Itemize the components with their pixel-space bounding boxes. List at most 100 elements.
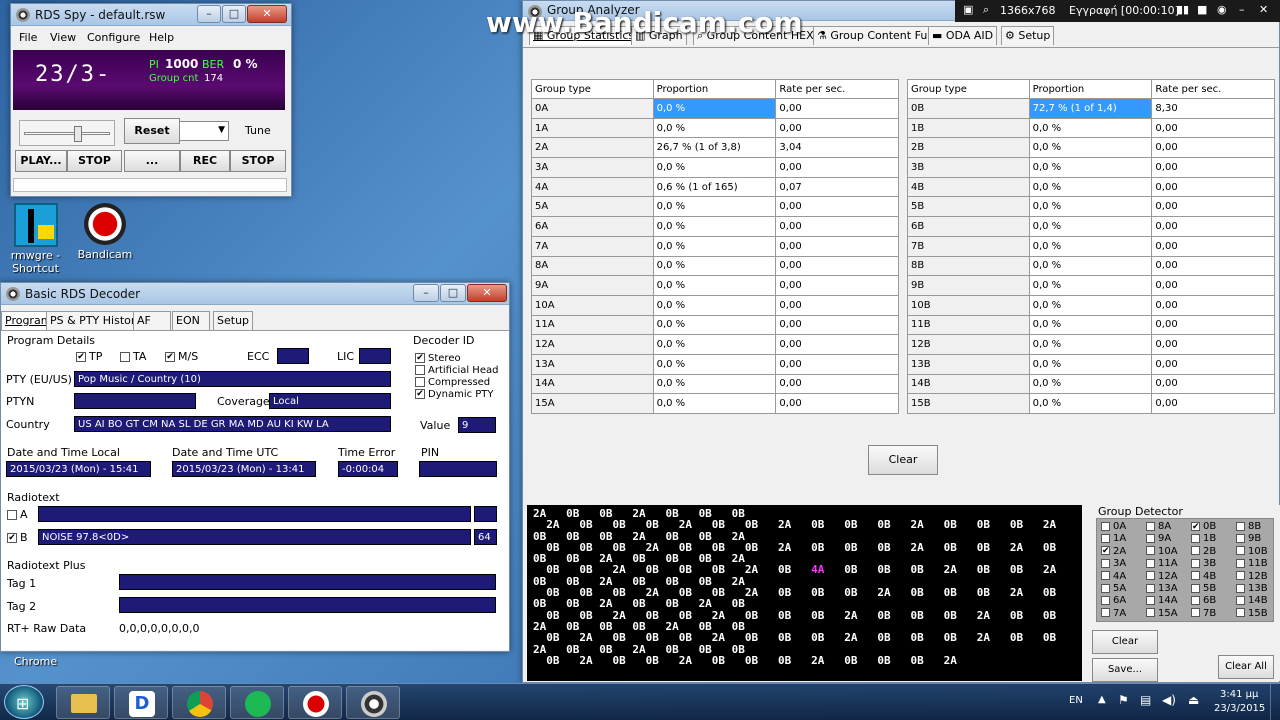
chrome-desktop-label[interactable]: Chrome	[14, 655, 57, 668]
tab-setup[interactable]: ⚙ Setup	[1001, 26, 1055, 45]
slider-thumb[interactable]	[74, 126, 82, 142]
maximize-button[interactable]: □	[440, 284, 466, 302]
browse-button[interactable]: ...	[124, 150, 180, 172]
compressed-checkbox[interactable]: Compressed	[415, 377, 490, 388]
table-row[interactable]: 3A 0,0 % 0,00	[531, 157, 899, 178]
gd-checkbox-8a[interactable]: 8A	[1146, 521, 1171, 532]
clock-date[interactable]: 23/3/2015	[1214, 703, 1265, 714]
menu-configure[interactable]: Configure	[87, 31, 140, 44]
gd-checkbox-4a[interactable]: 4A	[1101, 571, 1126, 582]
table-row[interactable]: 4B 0,0 % 0,00	[907, 176, 1275, 198]
desktop-icon-bandicam[interactable]: Bandicam	[76, 203, 134, 268]
taskbar-chrome[interactable]	[172, 686, 226, 719]
gd-checkbox-6a[interactable]: 6A	[1101, 595, 1126, 606]
gd-checkbox-1b[interactable]: 1B	[1191, 533, 1216, 544]
table-row[interactable]: 2B 0,0 % 0,00	[907, 137, 1275, 159]
table-row[interactable]: 15B 0,0 % 0,00	[907, 393, 1275, 414]
close-button[interactable]: ✕	[467, 284, 507, 302]
gd-checkbox-5a[interactable]: 5A	[1101, 583, 1126, 594]
table-row[interactable]: 3B 0,0 % 0,00	[907, 157, 1275, 178]
gd-checkbox-11b[interactable]: 11B	[1236, 558, 1268, 569]
tp-checkbox[interactable]: ✔ TP	[76, 350, 102, 363]
table-row[interactable]: 10A 0,0 % 0,00	[531, 294, 899, 316]
gd-checkbox-14b[interactable]: 14B	[1236, 595, 1268, 606]
table-row[interactable]: 2A 26,7 % (1 of 3,8) 3,04	[531, 137, 899, 159]
start-button[interactable]: ⊞	[4, 685, 44, 719]
stop-icon[interactable]: ■	[1197, 3, 1207, 16]
table-row[interactable]: 1A 0,0 % 0,00	[531, 117, 899, 139]
reset-button[interactable]: Reset	[124, 118, 180, 144]
gd-checkbox-0a[interactable]: 0A	[1101, 521, 1126, 532]
table-row[interactable]: 5B 0,0 % 0,00	[907, 196, 1275, 218]
tune-dropdown[interactable]: ▼	[179, 121, 229, 141]
table-row[interactable]: 12A 0,0 % 0,00	[531, 334, 899, 355]
save-button[interactable]: Save...	[1092, 658, 1158, 682]
tray-arrow-icon[interactable]: ▲	[1098, 694, 1106, 705]
table-row[interactable]: 7A 0,0 % 0,00	[531, 235, 899, 257]
close-button[interactable]: ✕	[247, 5, 287, 23]
taskbar-app-d[interactable]: D	[114, 686, 168, 719]
close-icon[interactable]: ✕	[1259, 3, 1268, 16]
table-row[interactable]: 9B 0,0 % 0,00	[907, 275, 1275, 296]
taskbar-spotify[interactable]	[230, 686, 284, 719]
table-row[interactable]: 6B 0,0 % 0,00	[907, 216, 1275, 237]
table-row[interactable]: 11A 0,0 % 0,00	[531, 314, 899, 336]
table-row[interactable]: 5A 0,0 % 0,00	[531, 196, 899, 218]
gd-checkbox-15a[interactable]: 15A	[1146, 608, 1178, 619]
table-row[interactable]: 10B 0,0 % 0,00	[907, 294, 1275, 316]
table-row[interactable]: 1B 0,0 % 0,00	[907, 117, 1275, 139]
show-desktop-button[interactable]	[1270, 684, 1280, 720]
dynamic-pty-checkbox[interactable]: ✔ Dynamic PTY	[415, 389, 494, 400]
gd-checkbox-5b[interactable]: 5B	[1191, 583, 1216, 594]
artificial-head-checkbox[interactable]: Artificial Head	[415, 365, 498, 376]
table-row[interactable]: 14B 0,0 % 0,00	[907, 373, 1275, 395]
gd-checkbox-11a[interactable]: 11A	[1146, 558, 1178, 569]
gd-checkbox-10a[interactable]: 10A	[1146, 546, 1178, 557]
tab-ps-pty-history[interactable]: PS & PTY History	[46, 311, 146, 330]
stop-rec-button[interactable]: STOP	[230, 150, 286, 172]
gd-checkbox-1a[interactable]: 1A	[1101, 533, 1126, 544]
table-row[interactable]: 7B 0,0 % 0,00	[907, 235, 1275, 257]
pause-icon[interactable]: ▮▮	[1177, 3, 1189, 16]
table-row[interactable]: 15A 0,0 % 0,00	[531, 393, 899, 414]
gd-checkbox-10b[interactable]: 10B	[1236, 546, 1268, 557]
table-row[interactable]: 6A 0,0 % 0,00	[531, 216, 899, 237]
rec-button[interactable]: REC	[180, 150, 230, 172]
clear-all-button[interactable]: Clear All	[1218, 655, 1274, 679]
ta-checkbox[interactable]: TA	[120, 350, 146, 363]
table-row[interactable]: 0A 0,0 % 0,00	[531, 98, 899, 119]
gd-checkbox-13a[interactable]: 13A	[1146, 583, 1178, 594]
gd-checkbox-7a[interactable]: 7A	[1101, 608, 1126, 619]
gd-checkbox-3a[interactable]: 3A	[1101, 558, 1126, 569]
gd-checkbox-4b[interactable]: 4B	[1191, 571, 1216, 582]
tab-eon[interactable]: EON	[172, 311, 210, 330]
table-row[interactable]: 8A 0,0 % 0,00	[531, 255, 899, 277]
volume-icon[interactable]: ◀)	[1162, 693, 1176, 707]
minimize-button[interactable]: –	[197, 5, 221, 23]
table-row[interactable]: 12B 0,0 % 0,00	[907, 334, 1275, 355]
gd-checkbox-7b[interactable]: 7B	[1191, 608, 1216, 619]
clear-stats-button[interactable]: Clear	[868, 445, 938, 475]
gd-checkbox-12b[interactable]: 12B	[1236, 571, 1268, 582]
camera-icon[interactable]: ◉	[1217, 3, 1227, 16]
gd-checkbox-13b[interactable]: 13B	[1236, 583, 1268, 594]
tab-oda-aid[interactable]: ▬ ODA AID	[928, 26, 998, 45]
gd-checkbox-3b[interactable]: 3B	[1191, 558, 1216, 569]
clock-time[interactable]: 3:41 μμ	[1220, 689, 1258, 700]
gd-checkbox-0b[interactable]: ✔ 0B	[1191, 521, 1216, 532]
gd-checkbox-8b[interactable]: 8B	[1236, 521, 1261, 532]
menu-file[interactable]: File	[19, 31, 37, 44]
table-row[interactable]: 13A 0,0 % 0,00	[531, 353, 899, 375]
gd-checkbox-12a[interactable]: 12A	[1146, 571, 1178, 582]
table-row[interactable]: 0B 72,7 % (1 of 1,4) 8,30	[907, 98, 1275, 119]
table-row[interactable]: 8B 0,0 % 0,00	[907, 255, 1275, 277]
stereo-checkbox[interactable]: ✔ Stereo	[415, 353, 461, 364]
flag-icon[interactable]: ⚑	[1118, 693, 1129, 707]
gd-checkbox-9a[interactable]: 9A	[1146, 533, 1171, 544]
minimize-button[interactable]: –	[413, 284, 439, 302]
gd-checkbox-6b[interactable]: 6B	[1191, 595, 1216, 606]
gd-checkbox-15b[interactable]: 15B	[1236, 608, 1268, 619]
tune-slider[interactable]	[19, 120, 115, 146]
table-row[interactable]: 13B 0,0 % 0,00	[907, 353, 1275, 375]
rt-a-checkbox[interactable]: A	[7, 508, 28, 521]
